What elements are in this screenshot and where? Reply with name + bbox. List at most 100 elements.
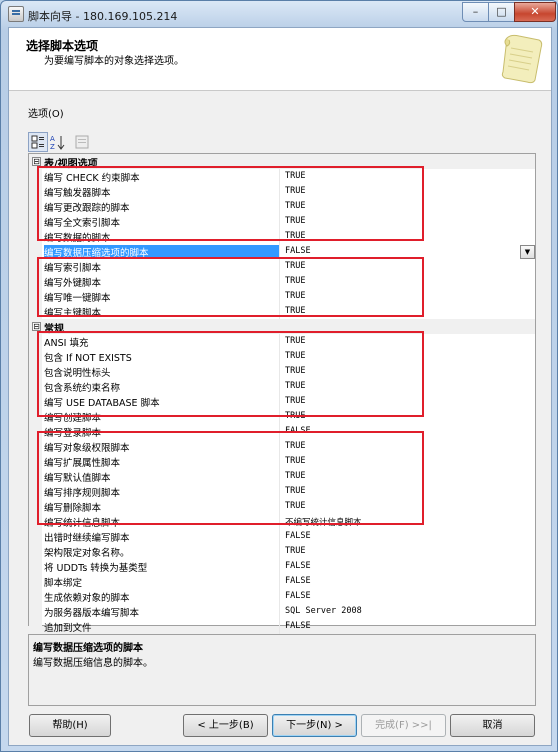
property-row[interactable]: 编写对象级权限脚本 TRUE xyxy=(29,439,535,454)
property-row[interactable]: 编写删除脚本 TRUE xyxy=(29,499,535,514)
property-name: 脚本绑定 xyxy=(44,578,83,589)
property-value: TRUE xyxy=(285,411,306,421)
wizard-client: 选择脚本选项 为要编写脚本的对象选择选项。 选项(O) A Z ⊟ 表/视图选项… xyxy=(8,27,552,746)
property-value: TRUE xyxy=(285,261,306,271)
cancel-button[interactable]: 取消 xyxy=(450,714,535,737)
property-name: 编写外键脚本 xyxy=(44,278,102,289)
property-name: 编写登录脚本 xyxy=(44,428,102,439)
property-row[interactable]: 编写统计信息脚本 不编写统计信息脚本 xyxy=(29,514,535,529)
property-name: 追加到文件 xyxy=(44,623,92,634)
window-title: 脚本向导 - 180.169.105.214 xyxy=(28,10,178,23)
help-button[interactable]: 帮助(H) xyxy=(29,714,111,737)
svg-text:Z: Z xyxy=(50,143,55,151)
property-value: FALSE xyxy=(285,621,311,631)
property-value: TRUE xyxy=(285,291,306,301)
property-pages-icon xyxy=(75,135,89,149)
maximize-button[interactable]: □ xyxy=(488,2,515,22)
app-icon xyxy=(8,6,24,22)
property-row[interactable]: 编写外键脚本 TRUE xyxy=(29,274,535,289)
property-value: TRUE xyxy=(285,396,306,406)
property-name: 编写唯一键脚本 xyxy=(44,293,111,304)
property-row[interactable]: 编写唯一键脚本 TRUE xyxy=(29,289,535,304)
property-value: TRUE xyxy=(285,231,306,241)
property-value: TRUE xyxy=(285,366,306,376)
property-row[interactable]: 脚本绑定 FALSE xyxy=(29,574,535,589)
description-text: 编写数据压缩信息的脚本。 xyxy=(33,658,153,669)
description-title: 编写数据压缩选项的脚本 xyxy=(33,643,143,654)
property-row-selected[interactable]: 编写数据压缩选项的脚本 FALSE ▼ xyxy=(29,244,535,259)
property-row[interactable]: 将 UDDTs 转换为基类型 FALSE xyxy=(29,559,535,574)
property-name: 为服务器版本编写脚本 xyxy=(44,608,140,619)
property-row[interactable]: 架构限定对象名称。 TRUE xyxy=(29,544,535,559)
categorized-icon xyxy=(31,135,44,149)
property-row[interactable]: 编写全文索引脚本 TRUE xyxy=(29,214,535,229)
property-row[interactable]: 出错时继续编写脚本 FALSE xyxy=(29,529,535,544)
property-row[interactable]: 为服务器版本编写脚本 SQL Server 2008 xyxy=(29,604,535,619)
property-row[interactable]: 编写扩展属性脚本 TRUE xyxy=(29,454,535,469)
property-value-dropdown[interactable]: FALSE xyxy=(285,246,311,256)
property-row[interactable]: 追加到文件 FALSE xyxy=(29,619,535,634)
property-value: TRUE xyxy=(285,276,306,286)
property-row[interactable]: 编写主键脚本 TRUE xyxy=(29,304,535,319)
property-name: 编写删除脚本 xyxy=(44,503,102,514)
property-row[interactable]: 编写触发器脚本 TRUE xyxy=(29,184,535,199)
property-name: 包含说明性标头 xyxy=(44,368,111,379)
property-row[interactable]: 编写索引脚本 TRUE xyxy=(29,259,535,274)
property-row[interactable]: ANSI 填充 TRUE xyxy=(29,334,535,349)
property-name: 编写数据的脚本 xyxy=(44,233,111,244)
property-row[interactable]: 生成依赖对象的脚本 FALSE xyxy=(29,589,535,604)
property-value: SQL Server 2008 xyxy=(285,606,362,616)
property-name: ANSI 填充 xyxy=(44,338,89,349)
property-row[interactable]: 编写默认值脚本 TRUE xyxy=(29,469,535,484)
property-name: 编写触发器脚本 xyxy=(44,188,111,199)
close-button[interactable]: ✕ xyxy=(514,2,556,22)
property-value: 不编写统计信息脚本 xyxy=(285,518,362,528)
categorized-button[interactable] xyxy=(28,132,48,152)
property-name: 编写 CHECK 约束脚本 xyxy=(44,173,140,184)
property-grid: ⊟ 表/视图选项 编写 CHECK 约束脚本 TRUE 编写触发器脚本 TRUE 编… xyxy=(28,153,536,634)
property-row[interactable]: 编写排序规则脚本 TRUE xyxy=(29,484,535,499)
next-button[interactable]: 下一步(N) > xyxy=(272,714,357,737)
finish-button[interactable]: 完成(F) >>| xyxy=(361,714,446,737)
collapse-icon[interactable]: ⊟ xyxy=(32,157,41,166)
collapse-icon[interactable]: ⊟ xyxy=(32,322,41,331)
property-row[interactable]: 编写创建脚本 TRUE xyxy=(29,409,535,424)
property-row[interactable]: 包含说明性标头 TRUE xyxy=(29,364,535,379)
property-pages-button[interactable] xyxy=(72,132,92,152)
property-name: 编写数据压缩选项的脚本 xyxy=(44,245,279,259)
chevron-down-icon[interactable]: ▼ xyxy=(520,245,535,259)
property-value: TRUE xyxy=(285,306,306,316)
back-button[interactable]: < 上一步(B) xyxy=(183,714,268,737)
property-name: 包含 If NOT EXISTS xyxy=(44,353,132,364)
property-row[interactable]: 包含系统约束名称 TRUE xyxy=(29,379,535,394)
property-row[interactable]: 编写 USE DATABASE 脚本 TRUE xyxy=(29,394,535,409)
property-value: TRUE xyxy=(285,546,306,556)
property-name: 编写创建脚本 xyxy=(44,413,102,424)
property-name: 编写 USE DATABASE 脚本 xyxy=(44,398,160,409)
category-general[interactable]: ⊟ 常规 xyxy=(29,319,535,335)
sort-az-icon: A Z xyxy=(50,135,65,151)
title-bar[interactable]: 脚本向导 - 180.169.105.214 – □ ✕ xyxy=(1,1,557,27)
property-row[interactable]: 编写 CHECK 约束脚本 TRUE xyxy=(29,169,535,184)
wizard-window: 脚本向导 - 180.169.105.214 – □ ✕ 选择脚本选项 为要编写… xyxy=(0,0,558,752)
property-value: TRUE xyxy=(285,471,306,481)
category-label: 常规 xyxy=(44,324,64,335)
minimize-button[interactable]: – xyxy=(462,2,489,22)
property-name: 编写默认值脚本 xyxy=(44,473,111,484)
property-row[interactable]: 编写数据的脚本 TRUE xyxy=(29,229,535,244)
property-value: TRUE xyxy=(285,171,306,181)
property-name: 编写更改跟踪的脚本 xyxy=(44,203,130,214)
property-name: 编写主键脚本 xyxy=(44,308,102,319)
description-panel: 编写数据压缩选项的脚本 编写数据压缩信息的脚本。 xyxy=(28,634,536,706)
property-name: 包含系统约束名称 xyxy=(44,383,121,394)
property-value: TRUE xyxy=(285,201,306,211)
property-value: FALSE xyxy=(285,426,311,436)
property-value: TRUE xyxy=(285,381,306,391)
property-row[interactable]: 编写更改跟踪的脚本 TRUE xyxy=(29,199,535,214)
scroll-icon xyxy=(501,34,543,84)
property-row[interactable]: 编写登录脚本 FALSE xyxy=(29,424,535,439)
property-row[interactable]: 包含 If NOT EXISTS TRUE xyxy=(29,349,535,364)
alphabetical-button[interactable]: A Z xyxy=(48,132,68,152)
category-table-view[interactable]: ⊟ 表/视图选项 xyxy=(29,154,535,170)
property-value: FALSE xyxy=(285,531,311,541)
